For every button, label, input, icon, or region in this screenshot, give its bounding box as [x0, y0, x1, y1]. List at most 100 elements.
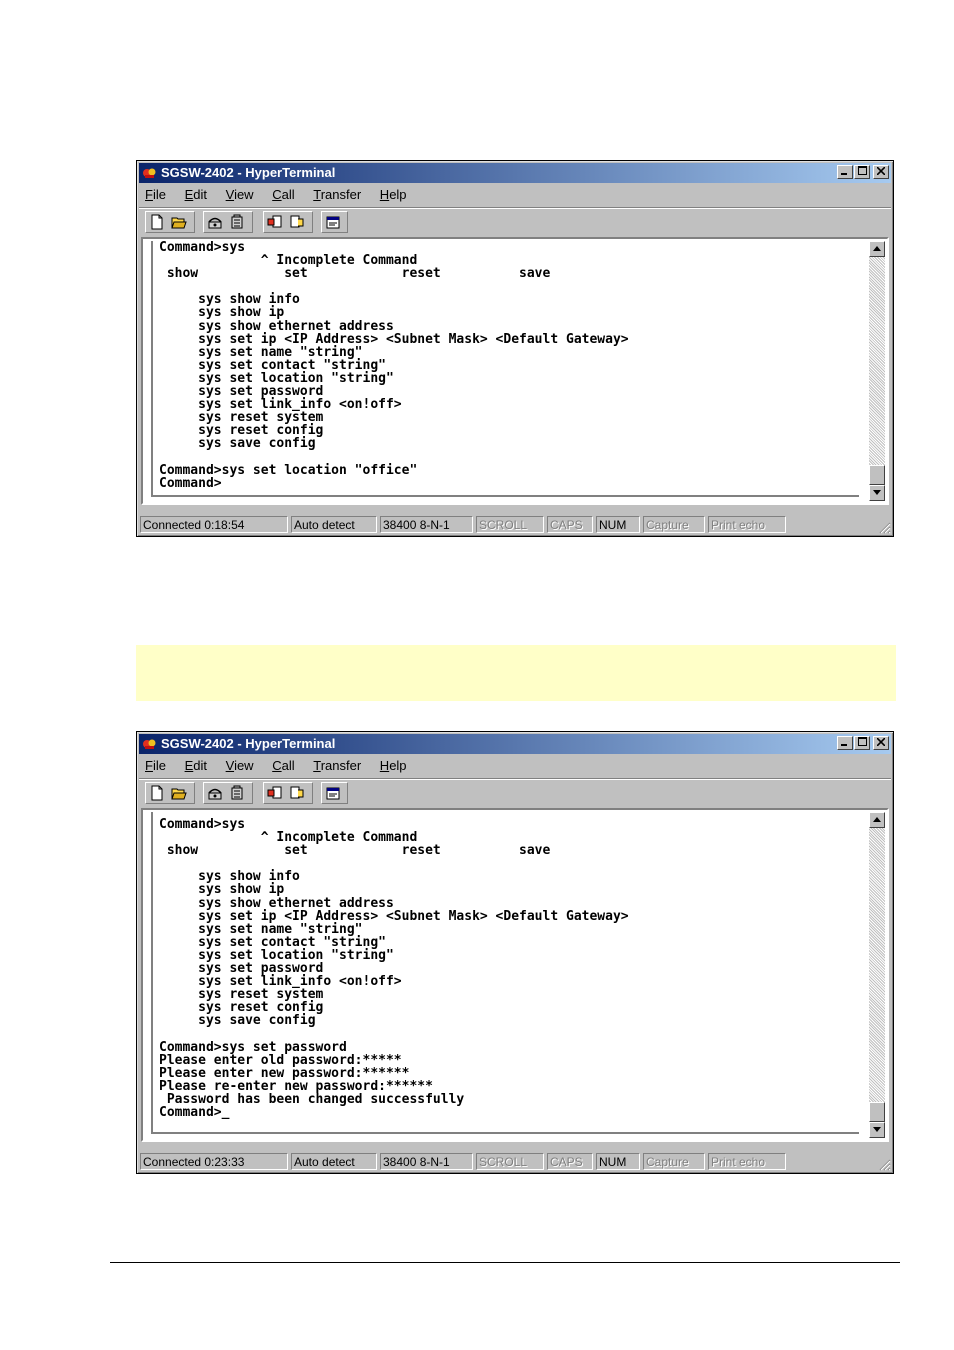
status-connected: Connected 0:23:33 — [140, 1153, 288, 1170]
properties-button[interactable] — [322, 212, 344, 232]
scroll-thumb[interactable] — [869, 1102, 885, 1122]
status-caps: CAPS — [547, 1153, 593, 1170]
menu-bar: File Edit View Call Transfer Help — [141, 756, 418, 776]
vertical-scrollbar[interactable] — [869, 812, 885, 1138]
status-capture: Capture — [643, 516, 705, 533]
status-print-echo: Print echo — [708, 1153, 786, 1170]
footer-rule — [110, 1262, 900, 1263]
scroll-down-button[interactable] — [869, 485, 885, 501]
hyperterminal-window-1: SGSW-2402 - HyperTerminal File Edit View… — [136, 160, 894, 537]
menu-help[interactable]: Help — [376, 756, 407, 776]
scroll-down-button[interactable] — [869, 1122, 885, 1138]
minimize-icon — [841, 744, 847, 746]
status-baud: 38400 8-N-1 — [380, 1153, 473, 1170]
resize-grip-icon[interactable] — [877, 520, 891, 534]
title-bar[interactable]: SGSW-2402 - HyperTerminal — [139, 163, 891, 183]
menu-file[interactable]: File — [141, 185, 166, 205]
terminal-output: Command>sys ^ Incomplete Command show se… — [159, 817, 629, 1121]
status-scroll: SCROLL — [476, 516, 544, 533]
status-num: NUM — [596, 1153, 640, 1170]
properties-icon — [326, 216, 340, 229]
new-button[interactable] — [146, 783, 168, 803]
hyperterminal-icon — [143, 168, 156, 178]
close-icon — [876, 737, 886, 747]
open-button[interactable] — [168, 212, 190, 232]
menu-transfer[interactable]: Transfer — [309, 185, 361, 205]
up-arrow-icon — [873, 246, 881, 251]
title-bar[interactable]: SGSW-2402 - HyperTerminal — [139, 734, 891, 754]
status-bar: Connected 0:23:33 Auto detect 38400 8-N-… — [139, 1151, 891, 1171]
scroll-thumb[interactable] — [869, 465, 885, 485]
receive-button[interactable] — [286, 212, 308, 232]
open-icon — [171, 788, 187, 800]
status-bar: Connected 0:18:54 Auto detect 38400 8-N-… — [139, 514, 891, 534]
status-num: NUM — [596, 516, 640, 533]
status-caps: CAPS — [547, 516, 593, 533]
send-button[interactable] — [264, 783, 286, 803]
status-connected: Connected 0:18:54 — [140, 516, 288, 533]
down-arrow-icon — [873, 490, 881, 495]
menu-view[interactable]: View — [222, 185, 254, 205]
receive-icon — [290, 786, 304, 799]
properties-icon — [326, 787, 340, 800]
window-title: SGSW-2402 - HyperTerminal — [161, 736, 336, 751]
status-detect: Auto detect — [291, 1153, 377, 1170]
menu-view[interactable]: View — [222, 756, 254, 776]
minimize-icon — [841, 173, 847, 175]
down-arrow-icon — [873, 1127, 881, 1132]
close-icon — [876, 166, 886, 176]
disconnect-button[interactable] — [226, 783, 248, 803]
status-baud: 38400 8-N-1 — [380, 516, 473, 533]
menu-help[interactable]: Help — [376, 185, 407, 205]
open-icon — [171, 217, 187, 229]
maximize-icon — [857, 166, 867, 175]
resize-grip-icon[interactable] — [877, 1157, 891, 1171]
send-button[interactable] — [264, 212, 286, 232]
vertical-scrollbar[interactable] — [869, 241, 885, 501]
menu-edit[interactable]: Edit — [181, 185, 207, 205]
terminal-output: Command>sys ^ Incomplete Command show se… — [159, 240, 629, 491]
receive-button[interactable] — [286, 783, 308, 803]
disconnect-icon — [231, 785, 243, 800]
maximize-button[interactable] — [854, 165, 870, 179]
status-scroll: SCROLL — [476, 1153, 544, 1170]
open-button[interactable] — [168, 783, 190, 803]
toolbar — [139, 207, 891, 236]
window-title: SGSW-2402 - HyperTerminal — [161, 165, 336, 180]
status-capture: Capture — [643, 1153, 705, 1170]
connect-icon — [208, 788, 222, 800]
receive-icon — [290, 215, 304, 228]
connect-icon — [208, 217, 222, 229]
status-detect: Auto detect — [291, 516, 377, 533]
hyperterminal-icon — [143, 739, 156, 749]
toolbar — [139, 778, 891, 807]
menu-edit[interactable]: Edit — [181, 756, 207, 776]
send-icon — [267, 786, 282, 799]
new-icon — [151, 785, 163, 801]
terminal-area[interactable]: Command>sys ^ Incomplete Command show se… — [141, 237, 889, 505]
menu-file[interactable]: File — [141, 756, 166, 776]
menu-call[interactable]: Call — [268, 756, 294, 776]
disconnect-button[interactable] — [226, 212, 248, 232]
maximize-button[interactable] — [854, 736, 870, 750]
menu-transfer[interactable]: Transfer — [309, 756, 361, 776]
up-arrow-icon — [873, 817, 881, 822]
menu-call[interactable]: Call — [268, 185, 294, 205]
scroll-up-button[interactable] — [869, 812, 885, 828]
close-button[interactable] — [873, 736, 889, 750]
connect-button[interactable] — [204, 212, 226, 232]
send-icon — [267, 215, 282, 228]
connect-button[interactable] — [204, 783, 226, 803]
menu-bar: File Edit View Call Transfer Help — [141, 185, 418, 205]
hyperterminal-window-2: SGSW-2402 - HyperTerminal File Edit View… — [136, 731, 894, 1174]
properties-button[interactable] — [322, 783, 344, 803]
new-icon — [151, 214, 163, 230]
terminal-area[interactable]: Command>sys ^ Incomplete Command show se… — [141, 808, 889, 1142]
status-print-echo: Print echo — [708, 516, 786, 533]
disconnect-icon — [231, 214, 243, 229]
close-button[interactable] — [873, 165, 889, 179]
minimize-button[interactable] — [837, 165, 853, 179]
minimize-button[interactable] — [837, 736, 853, 750]
new-button[interactable] — [146, 212, 168, 232]
scroll-up-button[interactable] — [869, 241, 885, 257]
